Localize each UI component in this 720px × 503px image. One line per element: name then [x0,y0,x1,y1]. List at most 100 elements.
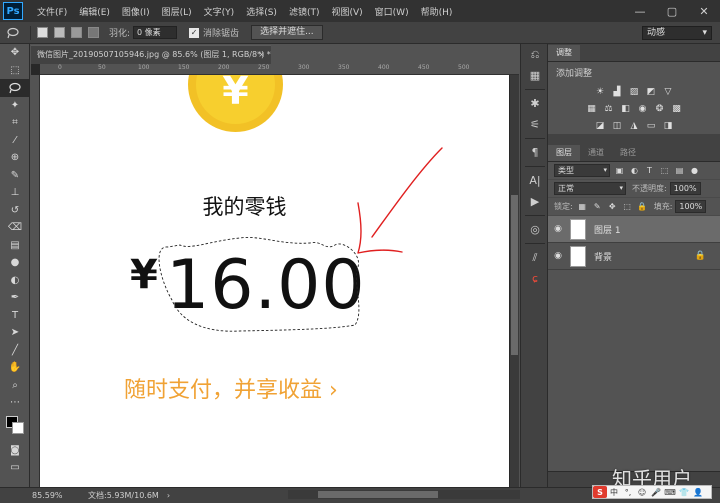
healing-brush-tool-icon[interactable]: ⊕ [0,149,30,167]
ime-punctuation[interactable]: °, [621,486,635,498]
image-canvas[interactable]: ¥ 我的零钱 ¥ 16.00 随时支付，并享收益 › [40,75,509,487]
ime-keyboard-icon[interactable]: ⌨ [663,486,677,498]
line-tool-icon[interactable]: ╱ [0,342,30,360]
crop-tool-icon[interactable]: ⌗ [0,114,30,132]
opacity-input[interactable]: 100% [669,182,701,195]
magic-wand-tool-icon[interactable]: ✦ [0,97,30,115]
vertical-ruler[interactable] [31,75,40,487]
ime-skin-icon[interactable]: 👕 [677,486,691,498]
adjustment-filter-icon[interactable]: ◐ [629,165,640,176]
ime-user-icon[interactable]: 👤 [691,486,705,498]
menu-edit[interactable]: 编辑(E) [73,5,116,18]
play-actions-icon[interactable]: ▶ [521,191,549,212]
color-swatches[interactable] [0,412,30,442]
intersect-selection-icon[interactable] [88,27,99,38]
exposure-icon[interactable]: ◩ [645,86,658,98]
menu-image[interactable]: 图像(I) [116,5,156,18]
blur-tool-icon[interactable]: ● [0,254,30,272]
ime-voice-icon[interactable]: 🎤 [649,486,663,498]
workspace-select[interactable]: 动感 [642,26,712,40]
horizontal-scrollbar[interactable] [288,490,520,499]
lock-image-icon[interactable]: ✎ [592,201,603,212]
blend-mode-select[interactable]: 正常 [554,182,626,195]
quick-mask-icon[interactable]: ◙ [0,442,30,460]
visibility-eye-icon[interactable]: ◉ [548,251,568,261]
menu-layer[interactable]: 图层(L) [156,5,198,18]
status-menu-arrow[interactable]: › [167,491,170,500]
ime-logo[interactable]: S [593,486,607,498]
fill-input[interactable]: 100% [675,200,707,213]
feather-input[interactable]: 0 像素 [133,26,178,39]
antialias-checkbox[interactable]: ✓ [189,27,200,38]
shape-filter-icon[interactable]: ⬚ [659,165,670,176]
tab-channels[interactable]: 通道 [580,145,612,161]
color-lookup-icon[interactable]: ▩ [670,103,683,115]
menu-window[interactable]: 窗口(W) [369,5,415,18]
add-selection-icon[interactable] [54,27,65,38]
lock-artboard-icon[interactable]: ⬚ [622,201,633,212]
properties-panel-icon[interactable]: ▦ [521,65,549,86]
zoom-tool-icon[interactable]: ⌕ [0,377,30,395]
document-tab[interactable]: 微信图片_20190507105946.jpg @ 85.6% (图层 1, R… [31,45,271,64]
lasso-preset-icon[interactable] [6,26,20,40]
black-white-icon[interactable]: ◧ [619,103,632,115]
channel-mixer-icon[interactable]: ❂ [653,103,666,115]
eyedropper-tool-icon[interactable]: ⁄ [0,132,30,150]
zoom-level[interactable]: 85.59% [32,491,72,500]
tab-layers[interactable]: 图层 [548,145,580,161]
marquee-tool-icon[interactable]: ⬚ [0,62,30,80]
clone-stamp-tool-icon[interactable]: ⊥ [0,184,30,202]
history-panel-icon[interactable]: ⎌ [521,44,549,65]
ime-chinese-mode[interactable]: 中 [607,486,621,498]
tab-paths[interactable]: 路径 [612,145,644,161]
invert-icon[interactable]: ◪ [594,120,607,132]
ime-emoji-icon[interactable]: ☺ [635,486,649,498]
smart-object-filter-icon[interactable]: ▤ [674,165,685,176]
filter-toggle-icon[interactable]: ● [689,165,700,176]
gradient-tool-icon[interactable]: ▤ [0,237,30,255]
close-button[interactable]: ✕ [688,0,720,22]
type-filter-icon[interactable]: T [644,165,655,176]
curves-icon[interactable]: ɕ [521,268,549,289]
new-selection-icon[interactable] [37,27,48,38]
libraries-icon[interactable]: ◎ [521,219,549,240]
select-and-mask-button[interactable]: 选择并遮住... [251,25,323,40]
path-selection-tool-icon[interactable]: ➤ [0,324,30,342]
type-tool-icon[interactable]: T [0,307,30,325]
screen-mode-icon[interactable]: ▭ [0,459,30,477]
character-panel-icon[interactable]: A| [521,170,549,191]
menu-filter[interactable]: 滤镜(T) [283,5,326,18]
brush-tool-icon[interactable]: ✎ [0,167,30,185]
gradient-map-icon[interactable]: ▭ [645,120,658,132]
lasso-tool-icon[interactable] [0,79,30,97]
paragraph-panel-icon[interactable]: ¶ [521,142,549,163]
hue-saturation-icon[interactable]: ▦ [585,103,598,115]
tab-adjustments[interactable]: 调整 [548,45,580,61]
sliders-icon[interactable]: ⚟ [521,114,549,135]
vibrance-icon[interactable]: ▽ [662,86,675,98]
eraser-tool-icon[interactable]: ⌫ [0,219,30,237]
vertical-scrollbar[interactable] [510,75,519,487]
menu-type[interactable]: 文字(Y) [198,5,241,18]
more-tools-icon[interactable]: ⋯ [0,394,30,412]
threshold-icon[interactable]: ◮ [628,120,641,132]
lock-all-icon[interactable]: 🔒 [637,201,648,212]
lock-transparent-icon[interactable]: ▦ [577,201,588,212]
pen-tool-icon[interactable]: ✒ [0,289,30,307]
visibility-eye-icon[interactable]: ◉ [548,224,568,234]
photo-filter-icon[interactable]: ◉ [636,103,649,115]
posterize-icon[interactable]: ◫ [611,120,624,132]
levels-icon[interactable]: ▟ [611,86,624,98]
dodge-tool-icon[interactable]: ◐ [0,272,30,290]
maximize-button[interactable]: ▢ [656,0,688,22]
pixel-filter-icon[interactable]: ▣ [614,165,625,176]
close-document-icon[interactable]: × [258,46,265,64]
history-brush-tool-icon[interactable]: ↺ [0,202,30,220]
brush-settings-icon[interactable]: ✱ [521,93,549,114]
hand-tool-icon[interactable]: ✋ [0,359,30,377]
vertical-scroll-thumb[interactable] [511,195,518,355]
color-balance-icon[interactable]: ⚖ [602,103,615,115]
layer-row[interactable]: ◉ 图层 1 [548,216,720,243]
horizontal-ruler[interactable]: 0 50 100 150 200 250 300 350 400 450 500 [40,64,519,75]
menu-help[interactable]: 帮助(H) [415,5,459,18]
